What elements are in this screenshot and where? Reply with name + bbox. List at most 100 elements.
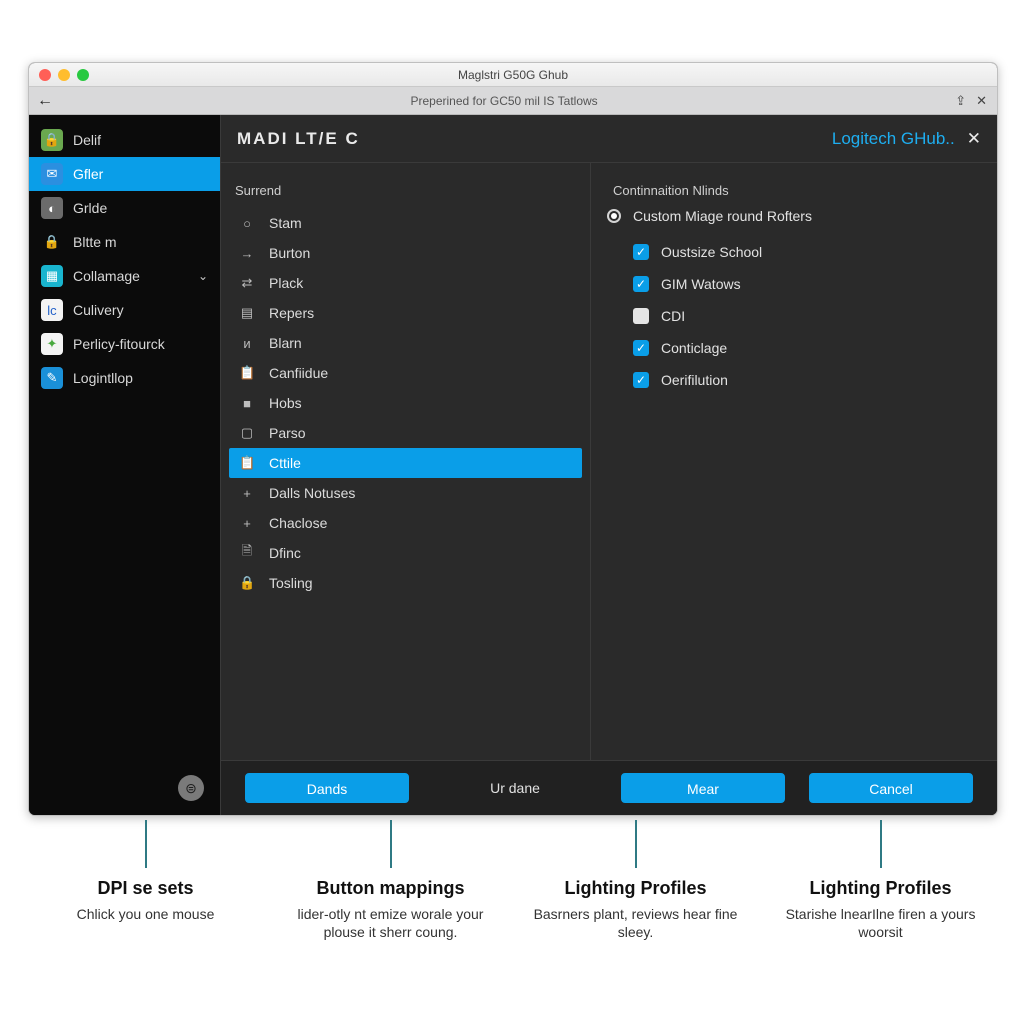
sidebar-item[interactable]: ✉Gfler xyxy=(29,157,220,191)
close-tab-icon[interactable]: ✕ xyxy=(976,93,987,109)
list-item-label: Burton xyxy=(269,245,310,261)
list-item-icon: ᴎ xyxy=(239,336,255,351)
sidebar-item[interactable]: lcCulivery xyxy=(29,293,220,327)
toolbar-subtitle: Preperined for GC50 mil IS Tatlows xyxy=(53,94,955,108)
callout-line xyxy=(390,820,392,868)
brand-label[interactable]: Logitech GHub.. xyxy=(832,129,955,149)
list-item-label: Stam xyxy=(269,215,302,231)
sidebar: 🔒Delif✉Gfler◐Grlde🔒Bltte m▦Collamage⌄lcC… xyxy=(29,115,221,815)
sidebar-item[interactable]: 🔒Bltte m xyxy=(29,225,220,259)
export-icon[interactable]: ⇪ xyxy=(955,93,966,109)
sidebar-item[interactable]: ◐Grlde xyxy=(29,191,220,225)
check-row[interactable]: ✓ CDI xyxy=(607,300,981,332)
check-label: GIM Watows xyxy=(661,276,741,292)
list-item-icon: ▤ xyxy=(239,305,255,321)
footer: Dands Ur dane Mear Cancel xyxy=(221,760,997,815)
list-item[interactable]: ▢ Parso xyxy=(229,418,582,448)
check-label: CDI xyxy=(661,308,685,324)
checkbox-checked-icon[interactable]: ✓ xyxy=(633,244,649,260)
sidebar-item[interactable]: ✦ Perlicy-fitourck xyxy=(29,327,220,361)
main-header: MADI LT/E C Logitech GHub.. ✕ xyxy=(221,115,997,163)
list-item-icon: 📋 xyxy=(239,365,255,381)
radio-icon[interactable] xyxy=(607,209,621,223)
sidebar-item[interactable]: ▦Collamage⌄ xyxy=(29,259,220,293)
list-item[interactable]: ᴎ Blarn xyxy=(229,328,582,358)
titlebar: Maglstri G50G Ghub xyxy=(29,63,997,87)
check-label: Oustsize School xyxy=(661,244,762,260)
list-item-icon: 🔒 xyxy=(239,575,255,591)
list-item-icon: ▢ xyxy=(239,425,255,441)
annotation-callout: DPI se setsChlick you one mouse xyxy=(28,820,263,941)
list-item[interactable]: → Burton xyxy=(229,238,582,268)
check-row[interactable]: ✓Oerifilution xyxy=(607,364,981,396)
list-item-label: Cttile xyxy=(269,455,301,471)
close-panel-icon[interactable]: ✕ xyxy=(967,129,981,149)
callout-line xyxy=(635,820,637,868)
callout-title: Lighting Profiles xyxy=(763,878,998,899)
sidebar-settings-icon[interactable]: ⊜ xyxy=(178,775,204,801)
radio-row[interactable]: Custom Miage round Rofters xyxy=(607,208,981,224)
list-item[interactable]: 📋Canfiidue xyxy=(229,358,582,388)
check-row[interactable]: ✓ Conticlage xyxy=(607,332,981,364)
list-item-label: Parso xyxy=(269,425,306,441)
urdane-button[interactable]: Ur dane xyxy=(433,773,597,803)
sidebar-item[interactable]: 🔒Delif xyxy=(29,123,220,157)
close-window-icon[interactable] xyxy=(39,69,51,81)
list-item-icon: + xyxy=(239,486,255,501)
list-item[interactable]: ▤ Repers xyxy=(229,298,582,328)
list-item[interactable]: + Dalls Notuses xyxy=(229,478,582,508)
sidebar-item-icon: ✎ xyxy=(41,367,63,389)
list-item[interactable]: ○Stam xyxy=(229,208,582,238)
mear-button[interactable]: Mear xyxy=(621,773,785,803)
annotation-callout: Button mappings lider-otly nt emize woral… xyxy=(273,820,508,941)
check-row[interactable]: ✓ GIM Watows xyxy=(607,268,981,300)
page-title: MADI LT/E C xyxy=(237,129,360,149)
sidebar-item-label: Gfler xyxy=(73,166,103,182)
list-item[interactable]: ■Hobs xyxy=(229,388,582,418)
list-item-label: Blarn xyxy=(269,335,302,351)
checkbox-checked-icon[interactable]: ✓ xyxy=(633,276,649,292)
callout-body: Basrners plant, reviews hear fine sleey. xyxy=(526,905,746,941)
checkbox-unchecked-icon[interactable]: ✓ xyxy=(633,308,649,324)
sidebar-item-icon: ✦ xyxy=(41,333,63,355)
callout-title: Button mappings xyxy=(273,878,508,899)
sidebar-item-label: Delif xyxy=(73,132,101,148)
list-item[interactable]: 📋 Cttile xyxy=(229,448,582,478)
sidebar-item-label: Perlicy-fitourck xyxy=(73,336,165,352)
cancel-button[interactable]: Cancel xyxy=(809,773,973,803)
content-body: 🔒Delif✉Gfler◐Grlde🔒Bltte m▦Collamage⌄lcC… xyxy=(29,115,997,815)
list-item[interactable]: 🗎Dfinc xyxy=(229,538,582,568)
maximize-window-icon[interactable] xyxy=(77,69,89,81)
check-label: Conticlage xyxy=(661,340,727,356)
back-icon[interactable]: ← xyxy=(37,92,53,110)
panels: Surrend ○Stam → Burton ⇄Plack ▤ Repersᴎ Blarn 📋… xyxy=(221,163,997,760)
toolbar: ← Preperined for GC50 mil IS Tatlows ⇪ ✕ xyxy=(29,87,997,115)
list-item-label: Hobs xyxy=(269,395,302,411)
annotation-callout: Lighting ProfilesStarishe lnearIlne fire… xyxy=(763,820,998,941)
list-item-label: Tosling xyxy=(269,575,313,591)
callout-line xyxy=(880,820,882,868)
check-row[interactable]: ✓ Oustsize School xyxy=(607,236,981,268)
list-item[interactable]: ⇄Plack xyxy=(229,268,582,298)
callout-body: lider-otly nt emize worale your plouse i… xyxy=(281,905,501,941)
radio-label: Custom Miage round Rofters xyxy=(633,208,812,224)
dands-button[interactable]: Dands xyxy=(245,773,409,803)
left-heading: Surrend xyxy=(235,183,576,198)
app-window: Maglstri G50G Ghub ← Preperined for GC50… xyxy=(28,62,998,816)
list-item-label: Dalls Notuses xyxy=(269,485,355,501)
minimize-window-icon[interactable] xyxy=(58,69,70,81)
callout-title: Lighting Profiles xyxy=(518,878,753,899)
list-item-icon: 📋 xyxy=(239,455,255,471)
sidebar-item-icon: 🔒 xyxy=(41,231,63,253)
callout-body: Chlick you one mouse xyxy=(36,905,256,923)
list-item-label: Repers xyxy=(269,305,314,321)
list-item-icon: → xyxy=(239,246,255,261)
sidebar-item-label: Grlde xyxy=(73,200,107,216)
checkbox-checked-icon[interactable]: ✓ xyxy=(633,372,649,388)
list-item[interactable]: +Chaclose xyxy=(229,508,582,538)
callout-line xyxy=(145,820,147,868)
list-item[interactable]: 🔒 Tosling xyxy=(229,568,582,598)
sidebar-item[interactable]: ✎ Logintllop xyxy=(29,361,220,395)
checkbox-checked-icon[interactable]: ✓ xyxy=(633,340,649,356)
sidebar-item-label: Logintllop xyxy=(73,370,133,386)
